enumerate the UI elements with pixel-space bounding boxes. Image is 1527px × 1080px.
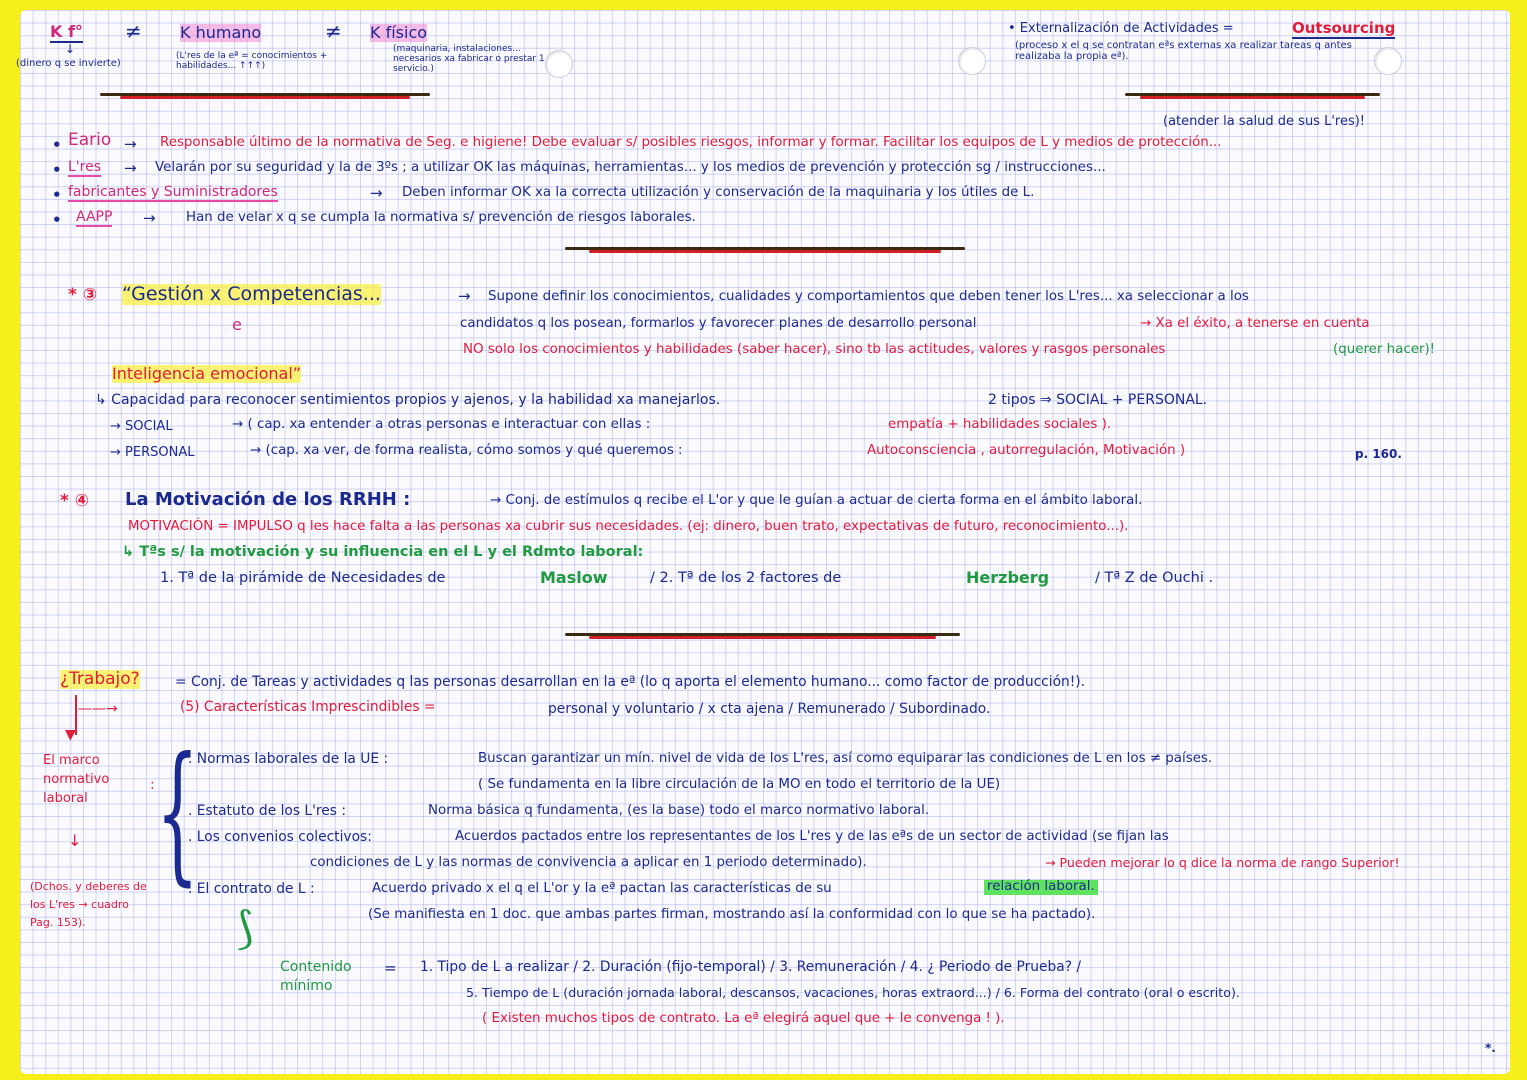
punch-hole [958,47,986,75]
social-red: empatía + habilidades sociales ). [888,417,1112,432]
convenios-red: → Pueden mejorar lo q dice la norma de r… [1045,855,1400,870]
theory-2: / 2. Tª de los 2 factores de [650,570,842,586]
section3-line2-red: → Xa el éxito, a tenerse en cuenta [1140,316,1370,331]
contenido-min-2: 5. Tiempo de L (duración jornada laboral… [466,985,1240,1000]
section3-line2: candidatos q los posean, formarlos y fav… [460,316,977,331]
convenios-text-2: condiciones de L y las normas de convive… [310,855,867,870]
contenido-eq: = [384,959,397,977]
convenios-text: Acuerdos pactados entre los representant… [455,829,1169,844]
bullet: • [52,211,62,229]
ue-text-2: ( Se fundamenta en la libre circulación … [478,777,1001,792]
estatuto-text: Norma básica q fundamenta, (es la base) … [428,803,930,818]
colon: : [150,777,155,793]
header-kf-note: (dinero q se invierte) [16,58,121,69]
social-label: → SOCIAL [110,419,173,434]
arrow-icon: → [458,287,471,305]
resp-text-empresario: Responsable último de la normativa de Se… [160,135,1222,150]
section4-title-text: → Conj. de estímulos q recibe el L'or y … [490,493,1143,508]
personal-label: → PERSONAL [110,445,195,460]
arrow-icon: → [124,159,137,177]
dchos-note: (Dchos. y deberes de los L'res → cuadro … [30,880,147,930]
trabajo-question: ¿Trabajo? [60,669,140,689]
resp-subject-fabricantes: fabricantes y Suministradores [68,184,278,203]
contenido-min-1: 1. Tipo de L a realizar / 2. Duración (f… [420,959,1082,975]
right-arrow-icon: ——→ [78,701,118,717]
section3-line3: NO solo los conocimientos y habilidades … [463,342,1166,357]
theory-1-name: Maslow [540,568,608,587]
section4-marker: * ④ [60,491,90,511]
arrow-icon: → [124,135,137,153]
ie-title: Inteligencia emocional” [112,364,302,383]
page-ref: p. 160. [1355,447,1402,461]
header-kfisico: K físico [370,23,428,42]
theories-title: ↳ Tªs s/ la motivación y su influencia e… [122,544,644,560]
contrato-highlight: relación laboral. [984,879,1098,895]
down-arrow-icon: ↓ [65,42,76,56]
down-arrow-icon: ▼ [65,727,76,743]
bullet: • [52,161,62,179]
bullet: • [52,186,62,204]
section3-title-e: e [232,315,242,334]
motivation-line: MOTIVACIÓN = IMPULSO q les hace falta a … [128,519,1129,534]
char-text: personal y voluntario / x cta ajena / Re… [548,701,991,717]
down-arrow-icon: ↓ [68,831,82,850]
curly-arrow-icon: ⟆ [236,903,254,954]
header-outsourcing: Outsourcing [1292,19,1396,39]
header-ext-note: (proceso x el q se contratan eªs externa… [1015,40,1352,62]
corner-mark: *. [1485,1041,1496,1055]
resp-subject-aapp: AAPP [76,209,113,228]
header-neq-2: ≠ [325,19,342,43]
contrato-text: Acuerdo privado x el q el L'or y la eª p… [372,881,832,896]
section3-marker: * ③ [68,285,98,305]
contrato-label: . El contrato de L : [188,881,315,897]
resp-subject-trabajadores: L'res [68,159,102,178]
arrow-icon: → [370,184,383,202]
char-label: (5) Características Imprescindibles = [180,699,436,715]
personal-red: Autoconsciencia , autorregulación, Motiv… [867,443,1186,458]
trabajo-def: = Conj. de Tareas y actividades q las pe… [175,674,1086,690]
arrow-icon: → [143,209,156,227]
convenios-label: . Los convenios colectivos: [188,829,372,845]
punch-hole [1374,47,1402,75]
section3-line1: Supone definir los conocimientos, cualid… [488,289,1249,304]
section3-title: “Gestión x Competencias... [122,283,381,305]
estatuto-label: . Estatuto de los L'res : [188,803,346,819]
theory-3: / Tª Z de Ouchi . [1095,570,1214,586]
header-kf: K f° [50,22,83,43]
header-kfisico-note: (maquinaria, instalaciones... necesarios… [393,44,545,74]
resp-text-aapp: Han de velar x q se cumpla la normativa … [186,210,696,225]
divider-rule [565,247,965,253]
marco-label: El marco normativo laboral [43,753,110,806]
ue-text: Buscan garantizar un mín. nivel de vida … [478,751,1213,766]
personal-text: → (cap. xa ver, de forma realista, cómo … [250,443,683,458]
ie-line: ↳ Capacidad para reconocer sentimientos … [95,392,721,408]
divider-rule [565,633,960,639]
responsibility-note: (atender la salud de sus L'res)! [1163,114,1366,129]
header-khumano: K humano [180,23,262,42]
header-khumano-note: (L'res de la eª = conocimientos + habili… [176,51,328,71]
divider-rule [100,93,430,99]
ie-types: 2 tipos ⇒ SOCIAL + PERSONAL. [988,392,1208,408]
contrato-text-2: (Se manifiesta en 1 doc. que ambas parte… [368,907,1096,922]
ue-label: . Normas laborales de la UE : [188,751,389,767]
bullet: • [52,136,62,154]
social-text: → ( cap. xa entender a otras personas e … [232,417,651,432]
punch-hole [545,50,573,78]
contenido-label: Contenido mínimo [280,959,352,994]
header-ext-title: • Externalización de Actividades = [1008,21,1234,36]
divider-rule [1125,93,1380,99]
resp-text-fabricantes: Deben informar OK xa la correcta utiliza… [402,185,1035,200]
resp-text-trabajadores: Velarán por su seguridad y la de 3ºs ; a… [155,160,1106,175]
contenido-min-3: ( Existen muchos tipos de contrato. La e… [482,1011,1005,1026]
header-neq-1: ≠ [125,19,142,43]
resp-subject-empresario: Eario [68,130,112,150]
section4-title: La Motivación de los RRHH : [125,489,411,510]
theory-2-name: Herzberg [966,568,1050,587]
theory-1: 1. Tª de la pirámide de Necesidades de [160,570,446,586]
section3-line3-green: (querer hacer)! [1333,342,1436,357]
